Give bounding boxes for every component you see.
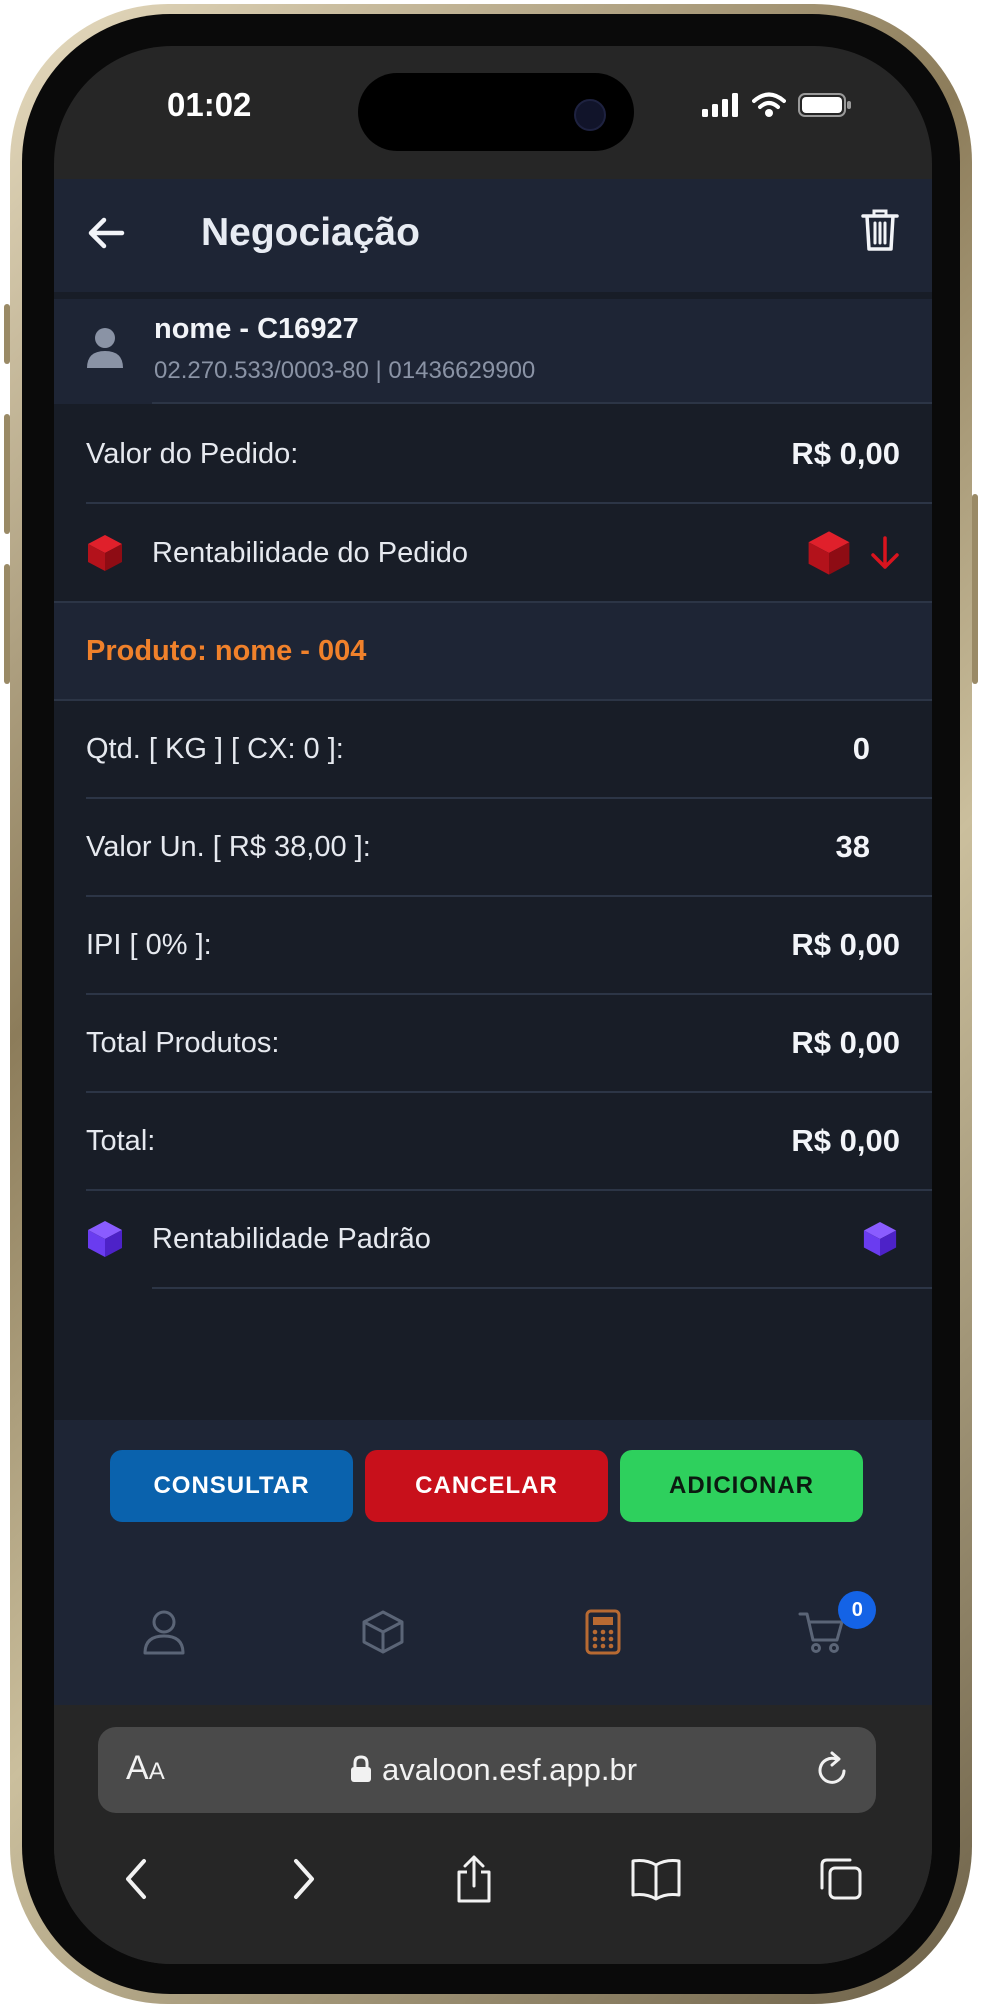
purple-cube-indicator-icon xyxy=(863,1221,897,1257)
red-cube-icon xyxy=(88,535,122,571)
quantity-row[interactable]: Qtd. [ KG ] [ CX: 0 ]: 0 xyxy=(86,701,900,797)
volume-up-button xyxy=(4,414,10,534)
tab-client[interactable] xyxy=(104,1597,224,1667)
total-label: Total: xyxy=(86,1124,156,1157)
browser-chrome: AA avaloon.esf.app.br xyxy=(54,1705,932,1964)
signal-icon xyxy=(702,93,738,117)
bookmarks-icon[interactable] xyxy=(630,1857,682,1901)
arrow-down-icon xyxy=(871,536,899,569)
red-cube-indicator-icon xyxy=(808,531,850,575)
unit-value-input[interactable]: 38 xyxy=(836,829,870,865)
user-icon xyxy=(143,1610,185,1655)
camera xyxy=(574,99,606,131)
tabs-icon[interactable] xyxy=(818,1856,864,1902)
product-title: Produto: nome - 004 xyxy=(86,634,367,667)
order-profitability-label: Rentabilidade do Pedido xyxy=(152,536,469,569)
power-button xyxy=(972,494,978,684)
app-header: Negociação xyxy=(54,179,932,292)
client-document: 02.270.533/0003-80 | 01436629900 xyxy=(154,357,536,384)
cart-count-badge: 0 xyxy=(838,1591,877,1629)
quantity-label: Qtd. [ KG ] [ CX: 0 ]: xyxy=(86,732,344,765)
browser-toolbar xyxy=(54,1839,932,1919)
battery-icon xyxy=(798,93,851,117)
ipi-row: IPI [ 0% ]: R$ 0,00 xyxy=(86,897,900,993)
divider xyxy=(86,502,932,504)
reload-icon[interactable] xyxy=(814,1750,850,1788)
person-icon xyxy=(87,328,123,368)
quantity-input[interactable]: 0 xyxy=(853,731,870,767)
divider xyxy=(152,1287,932,1289)
divider xyxy=(152,402,932,404)
client-name: nome - C16927 xyxy=(154,313,359,345)
total-products-value: R$ 0,00 xyxy=(791,1025,900,1060)
text-size-small: A xyxy=(148,1758,165,1785)
tab-cart[interactable]: 0 xyxy=(762,1591,882,1667)
page-title: Negociação xyxy=(201,211,420,254)
forward-icon[interactable] xyxy=(288,1857,318,1901)
lock-icon xyxy=(351,1755,371,1782)
total-products-label: Total Produtos: xyxy=(86,1026,280,1059)
purple-cube-icon xyxy=(88,1221,122,1257)
status-time: 01:02 xyxy=(167,86,252,123)
dynamic-island xyxy=(358,73,634,151)
ipi-value: R$ 0,00 xyxy=(791,927,900,962)
total-products-row: Total Produtos: R$ 0,00 xyxy=(86,995,900,1091)
adicionar-button[interactable]: ADICIONAR xyxy=(620,1450,863,1522)
volume-down-button xyxy=(4,564,10,684)
app-content: Negociação nome - C16927 02.270.533/0003… xyxy=(54,179,932,1705)
unit-value-row[interactable]: Valor Un. [ R$ 38,00 ]: 38 xyxy=(86,799,900,895)
consultar-button[interactable]: CONSULTAR xyxy=(110,1450,353,1522)
tab-products[interactable] xyxy=(323,1597,443,1667)
unit-value-label: Valor Un. [ R$ 38,00 ]: xyxy=(86,830,371,863)
back-arrow-icon[interactable] xyxy=(86,213,126,253)
status-icons xyxy=(702,92,852,118)
calculator-icon xyxy=(585,1609,621,1655)
default-profitability-label: Rentabilidade Padrão xyxy=(152,1222,431,1255)
bottom-panel: CONSULTAR CANCELAR ADICIONAR 0 xyxy=(54,1420,932,1705)
total-value: R$ 0,00 xyxy=(791,1123,900,1158)
tab-calculator[interactable] xyxy=(543,1597,663,1667)
order-profitability-row[interactable]: Rentabilidade do Pedido xyxy=(86,505,900,601)
phone-screen: 01:02 Negociação nome - C16927 02.270.53… xyxy=(54,46,932,1964)
url-text: avaloon.esf.app.br xyxy=(382,1752,638,1787)
wifi-icon xyxy=(752,92,786,117)
tab-bar: 0 xyxy=(54,1582,932,1682)
order-value-row: Valor do Pedido: R$ 0,00 xyxy=(86,406,900,502)
client-card[interactable]: nome - C16927 02.270.533/0003-80 | 01436… xyxy=(54,299,932,404)
box-icon xyxy=(362,1610,404,1654)
total-row: Total: R$ 0,00 xyxy=(86,1093,900,1189)
share-icon[interactable] xyxy=(454,1854,494,1904)
default-profitability-row[interactable]: Rentabilidade Padrão xyxy=(86,1191,900,1287)
back-icon[interactable] xyxy=(122,1857,152,1901)
action-buttons: CONSULTAR CANCELAR ADICIONAR xyxy=(110,1450,863,1522)
trash-icon[interactable] xyxy=(860,207,900,253)
order-value: R$ 0,00 xyxy=(791,436,900,471)
ipi-label: IPI [ 0% ]: xyxy=(86,928,212,961)
address-bar[interactable]: AA avaloon.esf.app.br xyxy=(98,1727,876,1813)
mute-switch xyxy=(4,304,10,364)
text-size-button[interactable]: AA xyxy=(126,1749,165,1788)
text-size-large: A xyxy=(126,1749,149,1787)
cancelar-button[interactable]: CANCELAR xyxy=(365,1450,608,1522)
order-value-label: Valor do Pedido: xyxy=(86,437,299,470)
product-header: Produto: nome - 004 xyxy=(54,603,932,699)
divider xyxy=(54,601,932,603)
